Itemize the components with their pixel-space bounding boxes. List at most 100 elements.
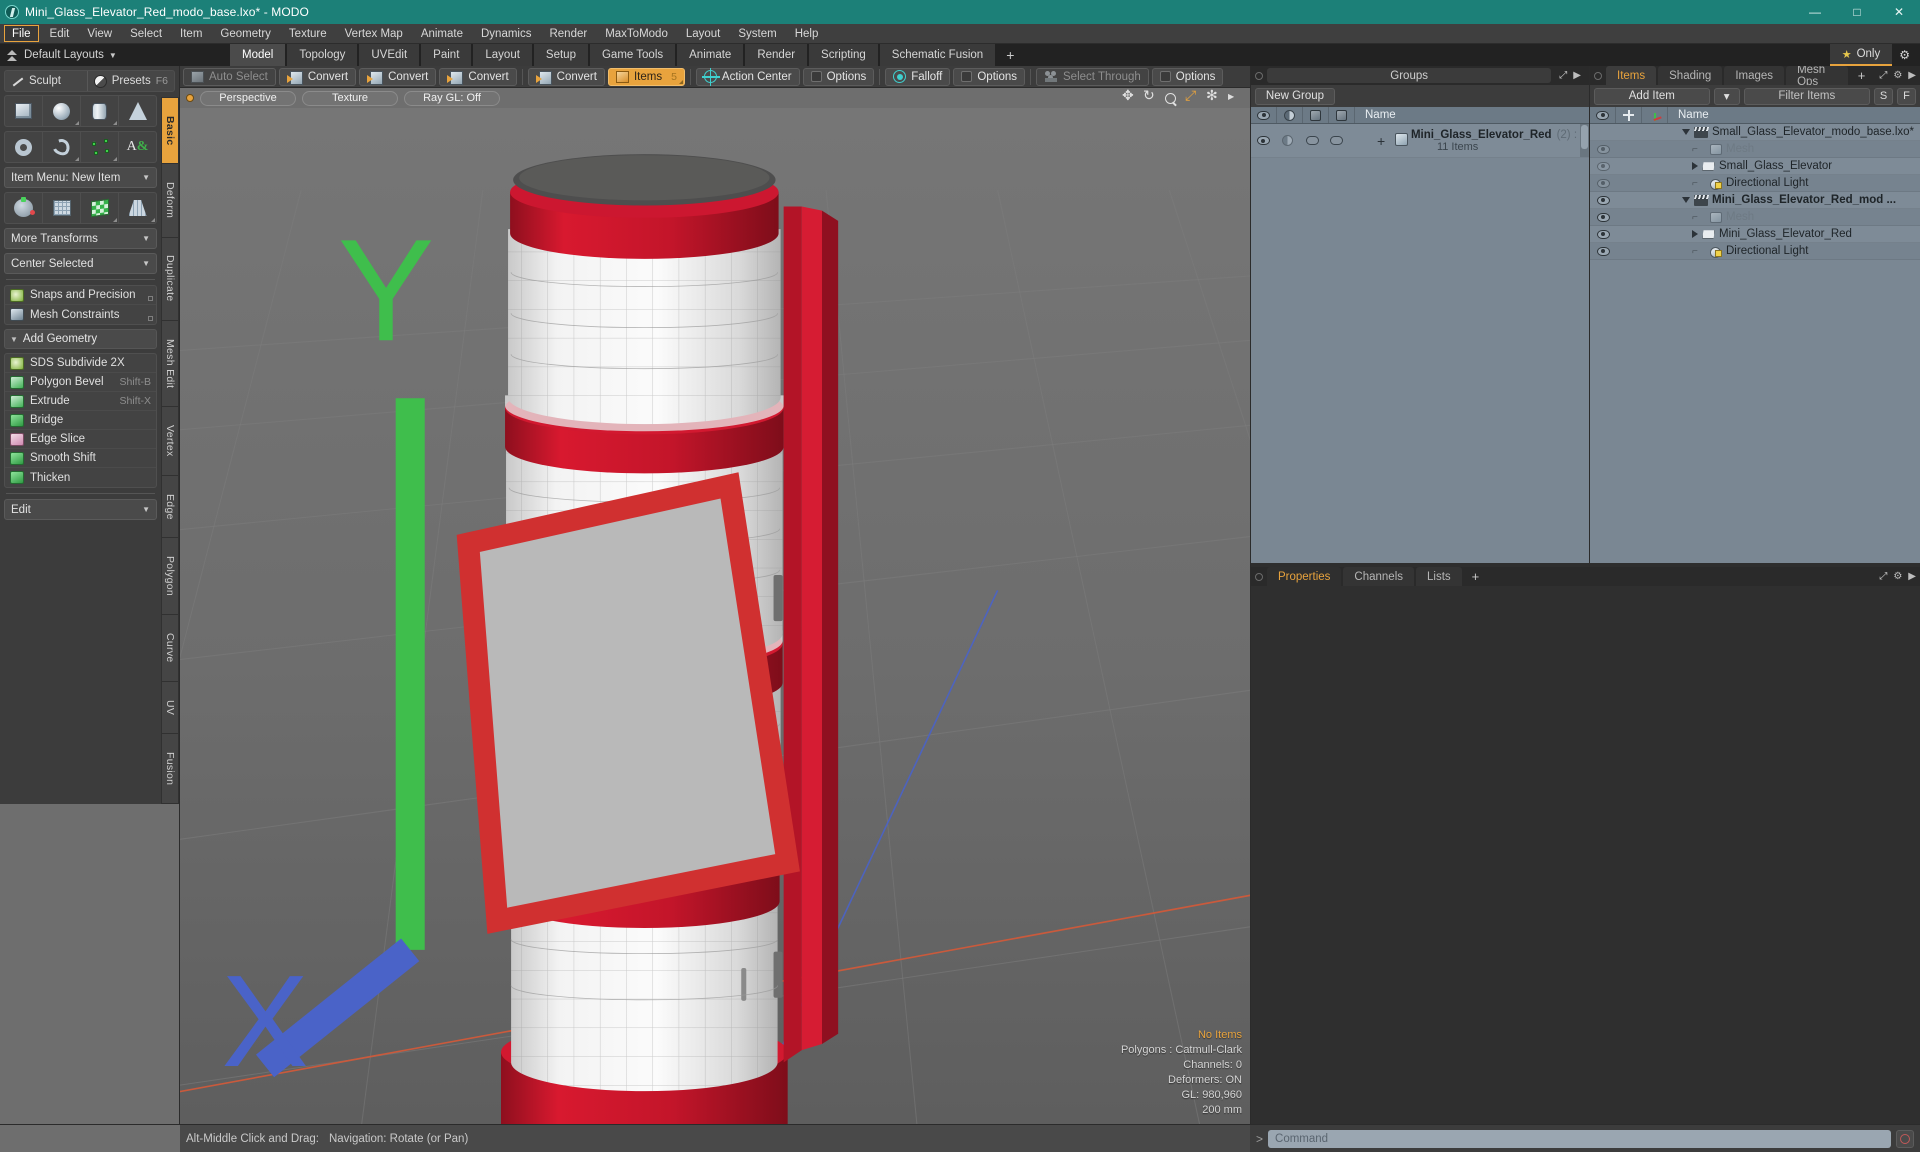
sphere-primitive-button[interactable] <box>43 96 81 126</box>
close-button[interactable]: ✕ <box>1878 0 1920 24</box>
smooth-shift-button[interactable]: Smooth Shift <box>5 449 156 468</box>
vtab-duplicate[interactable]: Duplicate <box>161 236 179 320</box>
tab-properties[interactable]: Properties <box>1267 567 1342 586</box>
row-transform-toggle[interactable] <box>1642 192 1668 208</box>
viewport-raygl-button[interactable]: Ray GL: Off <box>404 90 500 106</box>
transform-tool-button[interactable] <box>5 193 43 223</box>
row-lock-toggle[interactable] <box>1616 192 1642 208</box>
gear-icon[interactable]: ⚙ <box>1893 70 1902 81</box>
row-transform-toggle[interactable] <box>1642 124 1668 140</box>
row-visibility-toggle[interactable] <box>1251 124 1275 157</box>
row-lock-toggle[interactable] <box>1616 209 1642 225</box>
chevron-right-icon[interactable]: ▶ <box>1908 70 1916 81</box>
torus-primitive-button[interactable] <box>5 132 43 162</box>
presets-button[interactable]: Presets F6 <box>86 71 174 91</box>
row-visibility-toggle[interactable] <box>1590 141 1616 157</box>
add-panel-tab-button[interactable]: + <box>1850 66 1874 85</box>
command-input[interactable]: Command <box>1268 1129 1891 1148</box>
tab-model[interactable]: Model <box>230 44 286 66</box>
convert-materials-button[interactable]: Convert <box>527 67 605 86</box>
tab-mesh-ops[interactable]: Mesh Ops <box>1786 64 1848 88</box>
row-transform-toggle[interactable] <box>1642 141 1668 157</box>
select-through-options-button[interactable]: Options <box>1151 67 1224 86</box>
triangle-right-icon[interactable] <box>1692 230 1698 238</box>
menu-item-select[interactable]: Select <box>121 24 171 43</box>
row-lock-toggle[interactable] <box>1616 175 1642 191</box>
row-visibility-toggle[interactable] <box>1590 124 1616 140</box>
polygon-primitive-button[interactable] <box>81 132 119 162</box>
tab-setup[interactable]: Setup <box>533 44 588 66</box>
polygon-bevel-button[interactable]: Polygon Bevel Shift-B <box>5 373 156 392</box>
menu-item-render[interactable]: Render <box>540 24 596 43</box>
item-row-name[interactable]: Mini_Glass_Elevator_Red <box>1668 226 1920 242</box>
tab-images[interactable]: Images <box>1724 66 1785 85</box>
action-center-button[interactable]: Action Center <box>695 67 800 86</box>
row-transform-toggle[interactable] <box>1642 175 1668 191</box>
axis-gizmo[interactable]: Y X <box>180 108 1250 1124</box>
row-transform-toggle[interactable] <box>1642 243 1668 259</box>
triangle-down-icon[interactable] <box>1682 197 1690 203</box>
menu-item-system[interactable]: System <box>729 24 785 43</box>
tab-animate[interactable]: Animate <box>677 44 744 66</box>
row-shading-toggle[interactable] <box>1275 124 1299 157</box>
filter-s-button[interactable]: S <box>1874 87 1893 105</box>
convert-polygons-button[interactable]: Convert <box>439 67 517 86</box>
items-tree-body[interactable]: Small_Glass_Elevator_modo_base.lxo* ⌐ Me… <box>1590 124 1920 563</box>
row-lock-toggle[interactable] <box>1616 158 1642 174</box>
vtab-mesh-edit[interactable]: Mesh Edit <box>161 319 179 407</box>
tube-primitive-button[interactable] <box>43 132 81 162</box>
menu-item-dynamics[interactable]: Dynamics <box>472 24 540 43</box>
add-geometry-section-header[interactable]: ▼ Add Geometry <box>4 329 157 349</box>
rotate-icon[interactable] <box>1143 88 1156 105</box>
falloff-options-button[interactable]: Options <box>953 67 1025 86</box>
table-row[interactable]: Mini_Glass_Elevator_Red <box>1590 226 1920 243</box>
chevron-right-icon[interactable]: ▶ <box>1573 70 1581 81</box>
select-through-button[interactable]: Select Through <box>1036 67 1149 86</box>
snaps-and-precision-button[interactable]: Snaps and Precision <box>5 286 156 305</box>
falloff-button[interactable]: Falloff <box>885 67 951 86</box>
triangle-right-icon[interactable] <box>1692 162 1698 170</box>
vtab-curve[interactable]: Curve <box>161 614 179 681</box>
tab-scripting[interactable]: Scripting <box>809 44 878 66</box>
new-group-button[interactable]: New Group <box>1255 87 1335 105</box>
tab-render[interactable]: Render <box>745 44 808 66</box>
maximize-button[interactable]: □ <box>1836 0 1878 24</box>
menu-item-edit[interactable]: Edit <box>41 24 79 43</box>
add-item-button[interactable]: Add Item <box>1594 87 1710 105</box>
table-row[interactable]: Small_Glass_Elevator_modo_base.lxo* <box>1590 124 1920 141</box>
row-selection-toggle[interactable] <box>1324 124 1348 157</box>
center-selected-dropdown[interactable]: Center Selected ▼ <box>4 253 157 274</box>
tab-items[interactable]: Items <box>1606 66 1657 85</box>
groups-tree-body[interactable]: + Mini_Glass_Elevator_Red (2) : ... 11 I… <box>1251 124 1589 563</box>
expand-icon[interactable]: ⤢ <box>1559 70 1567 81</box>
item-row-name[interactable]: ⌐ Directional Light <box>1668 175 1920 191</box>
filter-f-button[interactable]: F <box>1897 87 1916 105</box>
options-square-icon[interactable] <box>148 296 153 301</box>
vtab-vertex[interactable]: Vertex <box>161 406 179 475</box>
more-transforms-dropdown[interactable]: More Transforms ▼ <box>4 228 157 249</box>
tab-paint[interactable]: Paint <box>421 44 472 66</box>
vtab-edge[interactable]: Edge <box>161 474 179 538</box>
soft-drag-tool-button[interactable] <box>81 193 119 223</box>
vtab-deform[interactable]: Deform <box>161 163 179 237</box>
tab-schematic-fusion[interactable]: Schematic Fusion <box>879 44 996 66</box>
options-square-icon[interactable] <box>148 316 153 321</box>
row-transform-toggle[interactable] <box>1642 226 1668 242</box>
edge-slice-button[interactable]: Edge Slice <box>5 430 156 449</box>
tab-lists[interactable]: Lists <box>1416 567 1462 586</box>
vtab-uv[interactable]: UV <box>161 680 179 733</box>
record-icon[interactable] <box>1896 1129 1914 1148</box>
sds-subdivide-button[interactable]: SDS Subdivide 2X <box>5 354 156 373</box>
add-item-dropdown-button[interactable]: ▾ <box>1713 87 1740 105</box>
viewport-view-mode-button[interactable]: Perspective <box>200 90 296 106</box>
items-mode-button[interactable]: Items 5 <box>607 67 685 86</box>
expand-plus-icon[interactable]: + <box>1377 133 1385 149</box>
menu-item-file[interactable]: File <box>4 25 39 42</box>
viewport-shading-mode-button[interactable]: Texture <box>302 90 398 106</box>
auto-select-button[interactable]: Auto Select <box>183 67 276 86</box>
preferences-gear-icon[interactable]: ⚙ <box>1892 44 1917 66</box>
filter-items-input[interactable]: Filter Items <box>1743 87 1870 105</box>
item-row-name[interactable]: Small_Glass_Elevator_modo_base.lxo* <box>1668 124 1920 140</box>
menu-item-help[interactable]: Help <box>786 24 828 43</box>
menu-item-animate[interactable]: Animate <box>412 24 472 43</box>
